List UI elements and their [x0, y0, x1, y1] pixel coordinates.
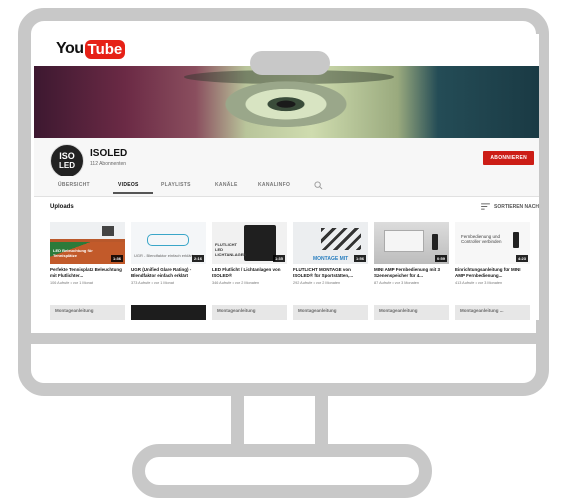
video-thumbnail[interactable]: 0:59: [374, 222, 449, 264]
video-duration: 1:35: [272, 255, 285, 262]
thumbnail-caption: UGR - Blendfaktor einfach erklärt: [134, 253, 193, 258]
youtube-logo[interactable]: You Tube: [56, 38, 126, 60]
banner-eye-image: [206, 74, 366, 132]
subscriber-count: 112 Abonnenten: [90, 161, 127, 167]
video-meta: 413 Aufrufe • vor 3 Monaten: [455, 281, 503, 285]
video-card[interactable]: LED Beleuchtung für Tennisplätze 1:36 Pe…: [50, 222, 125, 285]
monitor-camera-notch: [250, 51, 330, 75]
row2-label: Montageanleitung ...: [460, 308, 504, 313]
video-card[interactable]: MONTAGE MIT 1:56 FLUTLICHT MONTAGE von I…: [293, 222, 368, 285]
monitor-chin-divider: [30, 333, 537, 344]
tab-overview[interactable]: ÜBERSICHT: [58, 182, 90, 188]
video-card[interactable]: 0:59 MINI AMP Fernbedienung mit 3 Szenen…: [374, 222, 449, 285]
video-title[interactable]: Einrichtungsanleitung für MINI AMP Fernb…: [455, 267, 530, 279]
video-title[interactable]: LED Flutlicht / Lichtanlagen von ISOLED®: [212, 267, 287, 279]
active-tab-underline: [113, 192, 153, 194]
row2-label: Montageanleitung: [298, 308, 337, 313]
video-title[interactable]: MINI AMP Fernbedienung mit 3 Szenenspeic…: [374, 267, 449, 279]
video-thumbnail[interactable]: LED Beleuchtung für Tennisplätze 1:36: [50, 222, 125, 264]
video-meta: 106 Aufrufe • vor 1 Monat: [50, 281, 93, 285]
search-icon[interactable]: [314, 181, 323, 190]
video-card[interactable]: Fernbedienung und Controller verbinden 4…: [455, 222, 530, 285]
browser-screen: You Tube ISO LED ISOLED 112 Abonnenten A…: [34, 34, 539, 320]
channel-banner: [34, 66, 539, 138]
monitor-stand-neck: [231, 396, 328, 448]
video-thumbnail[interactable]: FLUTLICHT LED LICHTANLAGEN 1:35: [212, 222, 287, 264]
tab-about[interactable]: KANALINFO: [258, 182, 290, 188]
sort-button[interactable]: SORTIEREN NACH: [481, 203, 539, 210]
youtube-logo-tube: Tube: [84, 39, 126, 59]
youtube-logo-you: You: [56, 40, 84, 57]
video-thumbnail[interactable]: Fernbedienung und Controller verbinden 4…: [455, 222, 530, 264]
thumbnail-caption: LED Beleuchtung für Tennisplätze: [53, 248, 93, 258]
uploads-heading: Uploads: [50, 204, 74, 210]
row2-label: Montageanleitung: [55, 308, 94, 313]
video-meta: 373 Aufrufe • vor 1 Monat: [131, 281, 174, 285]
channel-avatar[interactable]: ISO LED: [50, 144, 84, 178]
video-meta: 346 Aufrufe • vor 2 Monaten: [212, 281, 260, 285]
video-duration: 1:36: [110, 255, 123, 262]
video-duration: 1:56: [353, 255, 366, 262]
video-title[interactable]: Perfekte Tennisplatz Beleuchtung mit Flu…: [50, 267, 125, 279]
tab-videos[interactable]: VIDEOS: [118, 182, 139, 188]
video-duration: 4:23: [515, 255, 528, 262]
channel-header: ISO LED ISOLED 112 Abonnenten ABONNIEREN: [34, 138, 539, 178]
avatar-text-top: ISO: [59, 151, 75, 161]
channel-tabs: ÜBERSICHT VIDEOS PLAYLISTS KANÄLE KANALI…: [34, 176, 539, 197]
tab-channels[interactable]: KANÄLE: [215, 182, 238, 188]
video-title[interactable]: FLUTLICHT MONTAGE von ISOLED® für Sports…: [293, 267, 368, 279]
row2-label: Montageanleitung: [217, 308, 256, 313]
thumbnail-caption: MONTAGE MIT: [313, 256, 349, 262]
sort-icon: [481, 203, 490, 210]
subscribe-button[interactable]: ABONNIEREN: [483, 151, 534, 165]
avatar-text-bottom: LED: [59, 161, 75, 170]
video-title[interactable]: UGR (Unified Glare Rating) - Blendfaktor…: [131, 267, 206, 279]
video-card-row2[interactable]: Montageanleitung: [374, 305, 449, 320]
row2-label: Montageanleitung: [379, 308, 418, 313]
tab-playlists[interactable]: PLAYLISTS: [161, 182, 191, 188]
thumbnail-caption: FLUTLICHT LED LICHTANLAGEN: [215, 242, 247, 257]
video-duration: 0:59: [434, 255, 447, 262]
video-meta: 87 Aufrufe • vor 3 Monaten: [374, 281, 420, 285]
video-duration: 2:16: [191, 255, 204, 262]
video-thumbnail[interactable]: UGR - Blendfaktor einfach erklärt 2:16: [131, 222, 206, 264]
video-card-row2[interactable]: Montageanleitung: [293, 305, 368, 320]
video-card-row2[interactable]: Montageanleitung: [212, 305, 287, 320]
video-card-row2[interactable]: [131, 305, 206, 320]
monitor-stand-base: [132, 444, 432, 498]
thumbnail-caption: Fernbedienung und Controller verbinden: [461, 234, 502, 244]
video-thumbnail[interactable]: MONTAGE MIT 1:56: [293, 222, 368, 264]
channel-name[interactable]: ISOLED: [90, 148, 127, 159]
video-meta: 292 Aufrufe • vor 2 Monaten: [293, 281, 341, 285]
sort-label: SORTIEREN NACH: [493, 203, 539, 210]
video-card-row2[interactable]: Montageanleitung ...: [455, 305, 530, 320]
video-card[interactable]: FLUTLICHT LED LICHTANLAGEN 1:35 LED Flut…: [212, 222, 287, 285]
row2-label: [131, 305, 206, 308]
video-card-row2[interactable]: Montageanleitung: [50, 305, 125, 320]
video-card[interactable]: UGR - Blendfaktor einfach erklärt 2:16 U…: [131, 222, 206, 285]
